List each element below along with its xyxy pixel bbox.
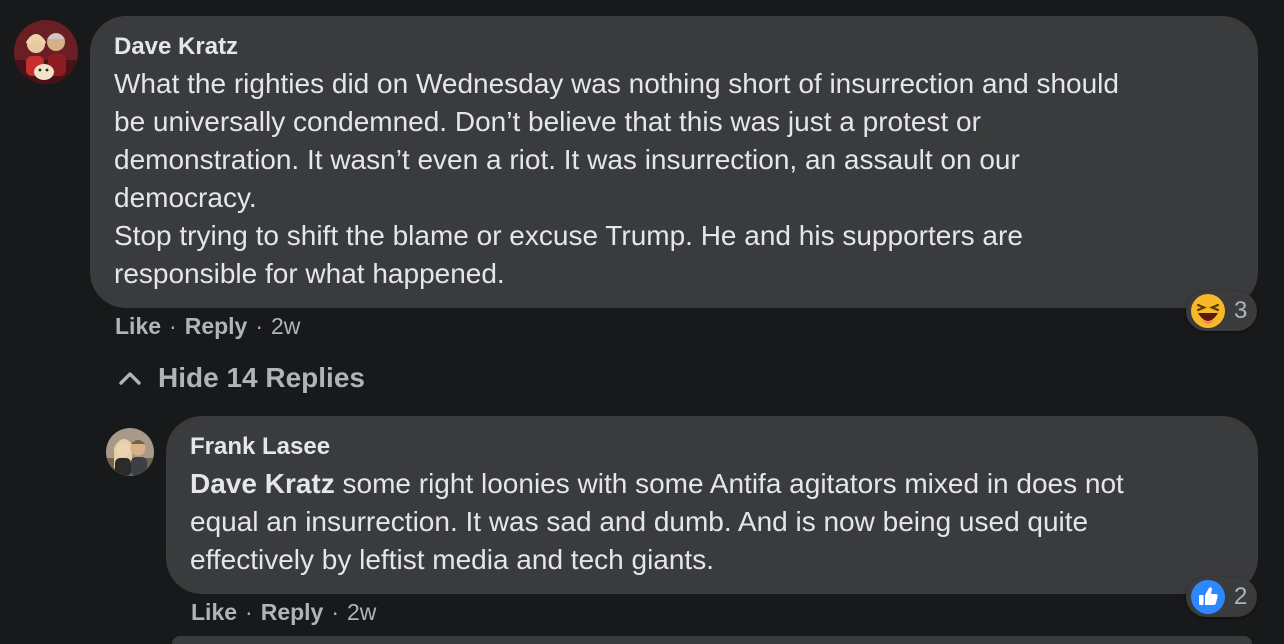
comment-text-line: Stop trying to shift the blame or excuse…	[114, 220, 1023, 251]
comment-text-line: effectively by leftist media and tech gi…	[190, 544, 714, 575]
comment-author[interactable]: Frank Lasee	[190, 432, 330, 462]
comment-timestamp[interactable]: 2w	[271, 313, 300, 339]
comment-text: Dave Kratz some right loonies with some …	[190, 465, 1250, 579]
reply-button[interactable]: Reply	[261, 599, 324, 625]
comment-text-line: demonstration. It wasn’t even a riot. It…	[114, 144, 1020, 175]
comment-bubble-frank-lasee: Frank Lasee Dave Kratz some right loonie…	[166, 416, 1258, 594]
reaction-count: 2	[1234, 583, 1248, 610]
comment-actions: Like · Reply · 2w	[115, 311, 300, 341]
separator: ·	[169, 313, 177, 339]
next-comment-bubble-edge	[172, 636, 1252, 644]
comment-author[interactable]: Dave Kratz	[114, 32, 238, 62]
comment-text-line: equal an insurrection. It was sad and du…	[190, 506, 1089, 537]
comment-text-line: responsible for what happened.	[114, 258, 505, 289]
comment-text: What the righties did on Wednesday was n…	[114, 65, 1244, 293]
comment-text-line: democracy.	[114, 182, 257, 213]
comment-text-line: Dave Kratz some right loonies with some …	[190, 465, 1250, 503]
reaction-count: 3	[1234, 297, 1248, 324]
reaction-count-pill[interactable]: 3	[1186, 291, 1258, 331]
separator: ·	[331, 599, 340, 625]
hide-replies-toggle[interactable]: Hide 14 Replies	[118, 360, 365, 396]
comment-text-line: be universally condemned. Don’t believe …	[114, 106, 981, 137]
avatar-frank-lasee[interactable]	[106, 428, 154, 476]
reply-button[interactable]: Reply	[185, 313, 248, 339]
chevron-up-icon	[119, 372, 141, 385]
reaction-count-pill[interactable]: 2	[1186, 577, 1258, 617]
comment-timestamp[interactable]: 2w	[347, 599, 376, 625]
hide-replies-label: Hide 14 Replies	[158, 362, 365, 393]
separator: ·	[255, 313, 264, 339]
comment-bubble-dave-kratz: Dave Kratz What the righties did on Wedn…	[90, 16, 1258, 308]
haha-emoji-icon	[1191, 294, 1225, 328]
like-thumb-icon	[1191, 580, 1225, 614]
comment-actions: Like · Reply · 2w	[191, 597, 376, 627]
like-button[interactable]: Like	[191, 599, 237, 625]
previous-comment-actions-fragment	[110, 0, 310, 4]
comment-text-line: What the righties did on Wednesday was n…	[114, 68, 1119, 99]
avatar-dave-kratz[interactable]	[14, 20, 78, 84]
separator: ·	[245, 599, 253, 625]
comment-text-segment: some right loonies with some Antifa agit…	[334, 468, 1124, 499]
like-button[interactable]: Like	[115, 313, 161, 339]
mention-link[interactable]: Dave Kratz	[190, 468, 335, 499]
